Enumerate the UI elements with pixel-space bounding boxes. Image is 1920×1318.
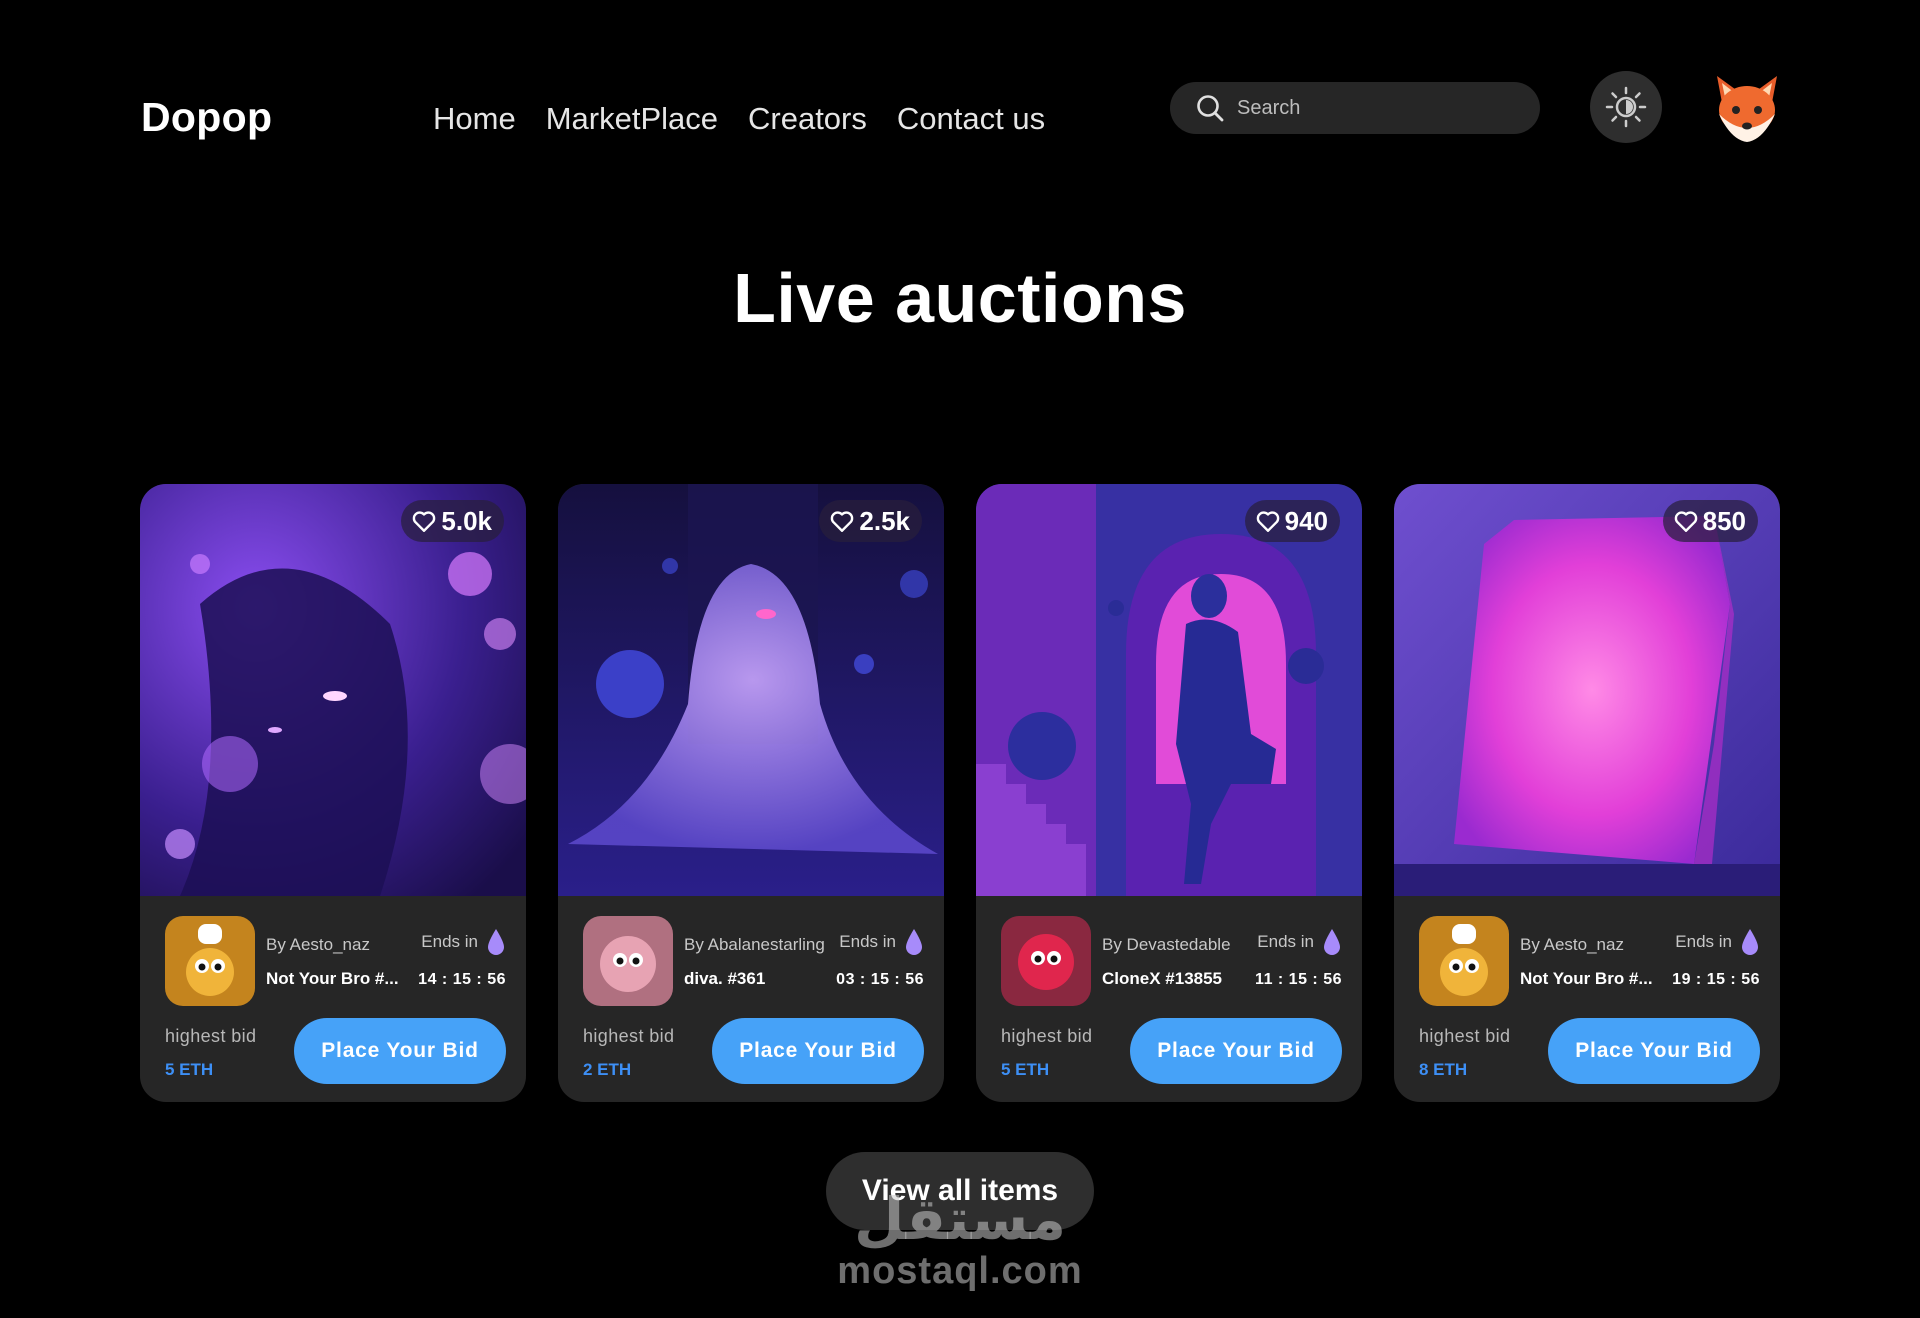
highest-bid-label: highest bid xyxy=(583,1026,675,1046)
countdown: 11 : 15 : 56 xyxy=(1255,971,1342,988)
search-icon xyxy=(1197,95,1224,122)
ends-label: Ends in xyxy=(839,932,896,951)
item-name[interactable]: diva. #361 xyxy=(684,969,765,989)
creator-avatar[interactable] xyxy=(1419,916,1509,1006)
highest-bid-value: 5 ETH xyxy=(165,1060,214,1079)
place-bid-button[interactable]: Place Your Bid xyxy=(712,1018,924,1084)
likes-count: 850 xyxy=(1702,505,1746,536)
search-bar[interactable] xyxy=(1170,82,1540,134)
item-name[interactable]: Not Your Bro #... xyxy=(266,969,399,989)
ether-drop-icon xyxy=(906,929,922,955)
place-bid-button[interactable]: Place Your Bid xyxy=(1130,1018,1342,1084)
highest-bid-value: 8 ETH xyxy=(1419,1060,1468,1079)
nav-home[interactable]: Home xyxy=(433,101,516,137)
likes-count: 5.0k xyxy=(441,505,492,536)
place-bid-button[interactable]: Place Your Bid xyxy=(294,1018,506,1084)
creator-name[interactable]: By Aesto_naz xyxy=(266,935,370,955)
auction-card[interactable]: 940 By Devastedable CloneX #13855 Ends i… xyxy=(976,484,1362,1102)
creator-avatar[interactable] xyxy=(165,916,255,1006)
ends-in: Ends in xyxy=(1257,928,1342,956)
countdown: 03 : 15 : 56 xyxy=(836,971,924,988)
likes-badge[interactable]: 5.0k xyxy=(401,500,504,542)
user-avatar[interactable] xyxy=(1711,70,1783,146)
ends-label: Ends in xyxy=(1257,932,1314,951)
highest-bid-label: highest bid xyxy=(1419,1026,1511,1046)
auction-card[interactable]: 2.5k By Abalanestarling diva. #361 Ends … xyxy=(558,484,944,1102)
nft-artwork[interactable]: 850 xyxy=(1394,484,1780,896)
creator-name[interactable]: By Aesto_naz xyxy=(1520,935,1624,955)
heart-icon xyxy=(413,511,436,532)
highest-bid-label: highest bid xyxy=(165,1026,257,1046)
creator-avatar[interactable] xyxy=(1001,916,1091,1006)
auction-card[interactable]: 850 By Aesto_naz Not Your Bro #... Ends … xyxy=(1394,484,1780,1102)
item-name[interactable]: Not Your Bro #... xyxy=(1520,969,1653,989)
ether-drop-icon xyxy=(1742,929,1758,955)
likes-badge[interactable]: 940 xyxy=(1244,500,1340,542)
likes-badge[interactable]: 2.5k xyxy=(819,500,922,542)
place-bid-button[interactable]: Place Your Bid xyxy=(1548,1018,1760,1084)
highest-bid-value: 2 ETH xyxy=(583,1060,632,1079)
likes-count: 2.5k xyxy=(859,505,910,536)
ends-label: Ends in xyxy=(421,932,478,951)
ether-drop-icon xyxy=(488,929,504,955)
highest-bid-label: highest bid xyxy=(1001,1026,1093,1046)
view-all-items-button[interactable]: View all items xyxy=(826,1152,1094,1230)
section-title: Live auctions xyxy=(733,259,1187,337)
nav-marketplace[interactable]: MarketPlace xyxy=(546,101,718,137)
heart-icon xyxy=(1674,511,1697,532)
heart-icon xyxy=(1256,511,1279,532)
likes-badge[interactable]: 850 xyxy=(1662,500,1758,542)
nav-contact-us[interactable]: Contact us xyxy=(897,101,1045,137)
creator-avatar[interactable] xyxy=(583,916,673,1006)
nft-artwork[interactable]: 940 xyxy=(976,484,1362,896)
creator-name[interactable]: By Abalanestarling xyxy=(684,935,825,955)
fox-avatar-icon xyxy=(1717,76,1777,142)
ends-in: Ends in xyxy=(1675,928,1760,956)
theme-toggle-button[interactable] xyxy=(1590,71,1662,143)
auction-card[interactable]: 5.0k By Aesto_naz Not Your Bro #... Ends… xyxy=(140,484,526,1102)
nft-artwork[interactable]: 2.5k xyxy=(558,484,944,896)
ends-in: Ends in xyxy=(421,928,506,956)
ends-label: Ends in xyxy=(1675,932,1732,951)
logo[interactable]: Dopop xyxy=(141,94,272,141)
heart-icon xyxy=(831,511,854,532)
ether-drop-icon xyxy=(1324,929,1340,955)
nav-creators[interactable]: Creators xyxy=(748,101,867,137)
auction-cards: 5.0k By Aesto_naz Not Your Bro #... Ends… xyxy=(140,484,1780,1102)
nft-artwork[interactable]: 5.0k xyxy=(140,484,526,896)
search-input[interactable] xyxy=(1237,96,1507,120)
highest-bid-value: 5 ETH xyxy=(1001,1060,1050,1079)
likes-count: 940 xyxy=(1284,505,1328,536)
sun-icon xyxy=(1605,86,1647,128)
countdown: 14 : 15 : 56 xyxy=(418,971,506,988)
ends-in: Ends in xyxy=(839,928,924,956)
creator-name[interactable]: By Devastedable xyxy=(1102,935,1231,955)
item-name[interactable]: CloneX #13855 xyxy=(1102,969,1222,989)
countdown: 19 : 15 : 56 xyxy=(1672,971,1760,988)
watermark-latin: mostaql.com xyxy=(837,1250,1083,1292)
main-nav: Home MarketPlace Creators Contact us xyxy=(433,101,1045,137)
